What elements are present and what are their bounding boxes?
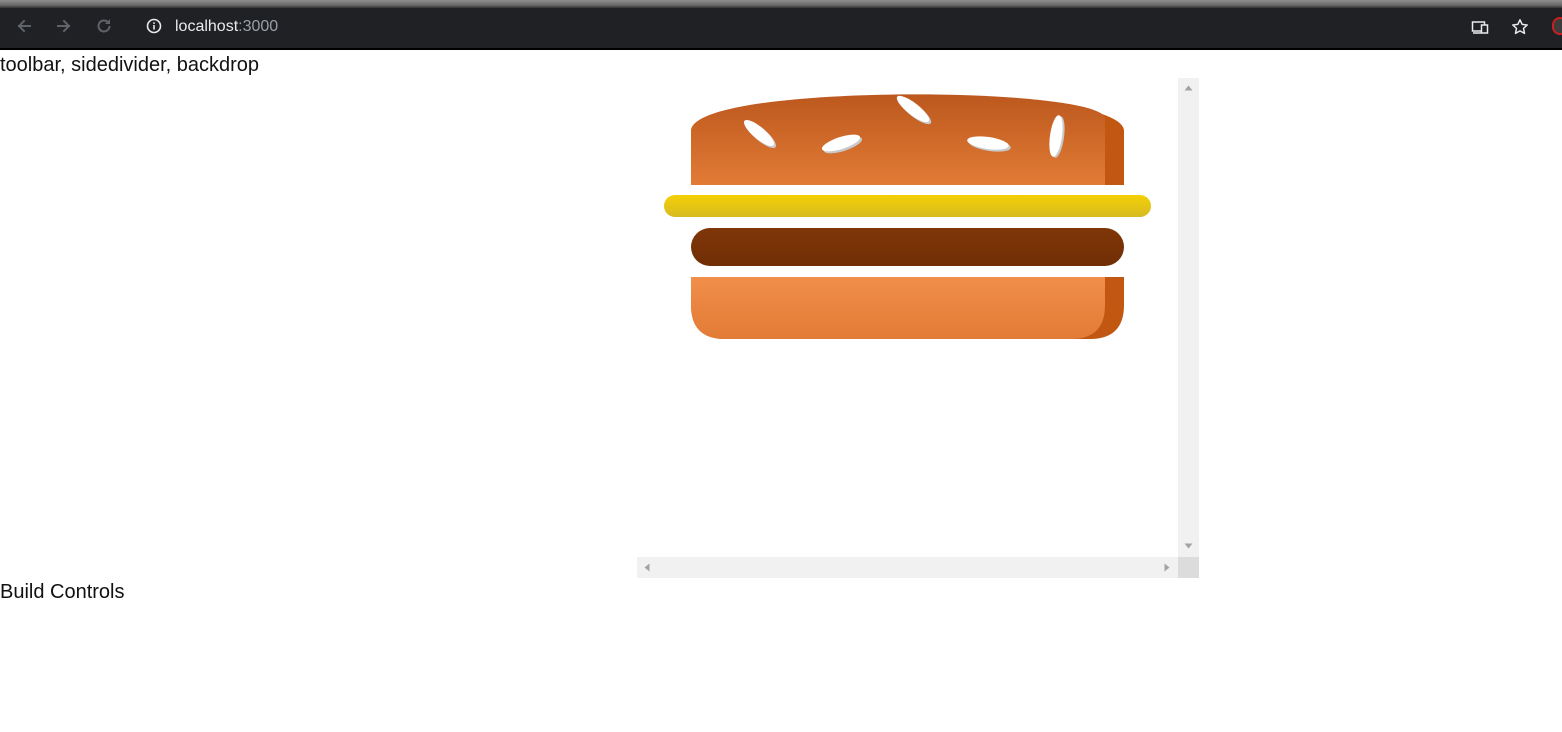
forward-button[interactable] xyxy=(54,16,74,36)
vertical-scrollbar[interactable] xyxy=(1178,78,1199,557)
scrollbar-corner xyxy=(1178,557,1199,578)
horizontal-scrollbar[interactable] xyxy=(637,557,1178,578)
info-icon[interactable] xyxy=(146,18,162,34)
extension-icon[interactable] xyxy=(1552,17,1562,35)
arrow-left-icon xyxy=(17,19,31,33)
toolbar-placeholder-text: toolbar, sidedivider, backdrop xyxy=(0,54,260,76)
arrow-right-icon xyxy=(57,19,71,33)
back-button[interactable] xyxy=(14,16,34,36)
burger-illustration xyxy=(664,94,1151,339)
url-host: localhost xyxy=(175,18,239,35)
scroll-right-arrow-icon[interactable] xyxy=(1164,563,1170,572)
bread-bottom xyxy=(691,277,1124,339)
cheese xyxy=(664,195,1151,217)
cast-icon[interactable] xyxy=(1471,18,1489,36)
url-text[interactable]: localhost:3000 xyxy=(175,17,278,37)
reload-icon xyxy=(97,19,111,33)
build-controls-text: Build Controls xyxy=(0,581,125,603)
reload-button[interactable] xyxy=(94,16,114,36)
address-bar-field[interactable]: localhost:3000 xyxy=(136,10,1544,43)
scroll-down-arrow-icon[interactable] xyxy=(1184,543,1193,549)
burger-preview[interactable] xyxy=(637,78,1199,578)
bread-top xyxy=(691,94,1124,185)
chrome-divider xyxy=(0,48,1562,50)
star-icon[interactable] xyxy=(1511,18,1529,36)
scroll-up-arrow-icon[interactable] xyxy=(1184,85,1193,91)
scroll-left-arrow-icon[interactable] xyxy=(644,563,650,572)
url-port: :3000 xyxy=(238,18,279,35)
browser-chrome: localhost:3000 xyxy=(0,0,1562,50)
meat xyxy=(691,228,1124,266)
address-bar[interactable]: localhost:3000 xyxy=(136,10,1544,43)
